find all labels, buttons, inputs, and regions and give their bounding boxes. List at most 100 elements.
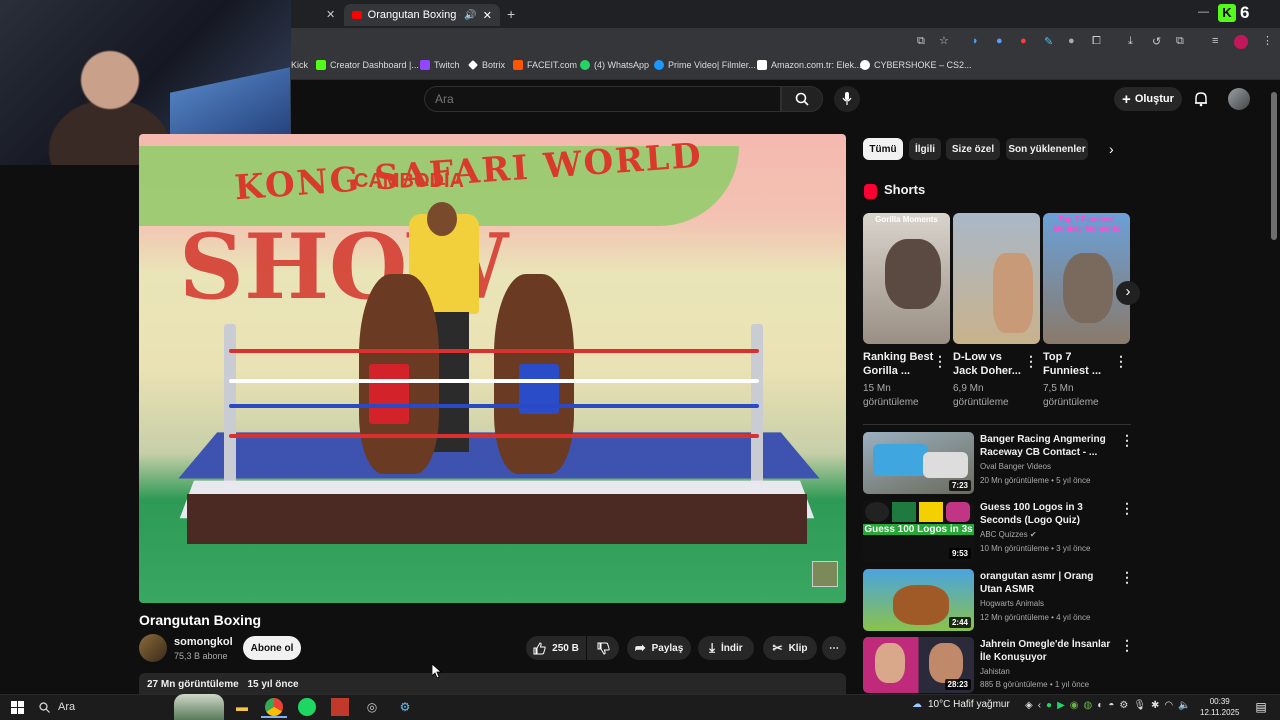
tray-app-icon[interactable]: ◓	[1108, 700, 1114, 711]
microphone-tray-icon[interactable]: 🎙	[1133, 700, 1146, 711]
new-tab-button[interactable]: +	[507, 6, 515, 22]
chrome-icon[interactable]	[265, 698, 283, 716]
bookmark-kick[interactable]: Kick	[291, 60, 308, 70]
more-actions-button[interactable]: ⋯	[822, 636, 846, 660]
search-input[interactable]	[424, 86, 781, 112]
spotify-tray-icon[interactable]: ●	[1046, 700, 1052, 711]
more-options-icon[interactable]: ⋮	[1024, 353, 1038, 370]
bookmark-prime-video[interactable]: Prime Video| Filmler...	[654, 60, 756, 70]
recommended-thumbnail[interactable]: 2:44	[863, 569, 974, 631]
bookmark-faceit[interactable]: FACEIT.com	[513, 60, 577, 70]
spotify-icon[interactable]	[298, 698, 316, 716]
search-button[interactable]	[781, 86, 823, 112]
short-title[interactable]: Top 7 Funniest ...	[1043, 350, 1115, 378]
more-options-icon[interactable]: ⋮	[1120, 569, 1134, 586]
download-icon[interactable]: ⤓	[1128, 35, 1133, 48]
recommended-title[interactable]: Banger Racing Angmering Raceway CB Conta…	[980, 433, 1115, 459]
chip-related[interactable]: İlgili	[909, 138, 941, 160]
steam-tray-icon[interactable]: ⚙	[1119, 700, 1128, 711]
chip-for-you[interactable]: Size özel	[946, 138, 1000, 160]
taskbar-clock[interactable]: 00:39 12.11.2025	[1200, 696, 1239, 718]
share-button[interactable]: ➦ Paylaş	[627, 636, 691, 660]
tab-search-icon[interactable]: ⧉	[1176, 35, 1184, 48]
extension-icon[interactable]: ●	[1020, 35, 1027, 47]
recommended-channel[interactable]: Jahistan	[980, 667, 1010, 676]
extensions-puzzle-icon[interactable]: ⧠	[1092, 35, 1101, 48]
recommended-thumbnail[interactable]: Guess 100 Logos in 3s 9:53	[863, 500, 974, 562]
chip-recently-uploaded[interactable]: Son yüklenenler	[1006, 138, 1088, 160]
page-scrollbar[interactable]	[1271, 92, 1277, 240]
channel-avatar[interactable]	[139, 634, 167, 662]
dislike-button[interactable]	[587, 636, 619, 660]
chevron-left-icon[interactable]: ‹	[1038, 700, 1041, 711]
menu-kebab-icon[interactable]: ⋮	[1262, 34, 1273, 47]
short-title[interactable]: Ranking Best Gorilla ...	[863, 350, 935, 378]
volume-icon[interactable]: 🔈	[1178, 700, 1190, 711]
recommended-title[interactable]: Guess 100 Logos in 3 Seconds (Logo Quiz)	[980, 501, 1115, 527]
recommended-thumbnail[interactable]: 28:23	[863, 637, 974, 693]
extension-icon[interactable]: ◗	[972, 35, 979, 47]
tray-app-icon[interactable]: ◐	[1097, 700, 1103, 711]
tray-app-icon[interactable]: ◍	[1084, 700, 1093, 711]
account-avatar[interactable]	[1228, 88, 1250, 110]
bookmark-creator-dashboard[interactable]: Creator Dashboard |...	[316, 60, 419, 70]
clip-button[interactable]: ✂ Klip	[763, 636, 817, 660]
more-options-icon[interactable]: ⋮	[1120, 500, 1134, 517]
media-app-icon[interactable]	[331, 698, 349, 716]
reading-list-icon[interactable]: ≡	[1212, 35, 1218, 47]
bookmark-whatsapp[interactable]: (4) WhatsApp	[580, 60, 649, 70]
chevron-right-icon[interactable]: ›	[1109, 141, 1114, 157]
recommended-title[interactable]: Jahrein Omegle'de İnsanlar İle Konuşuyor	[980, 638, 1115, 664]
more-options-icon[interactable]: ⋮	[1120, 637, 1134, 654]
more-options-icon[interactable]: ⋮	[1114, 353, 1128, 370]
recommended-channel[interactable]: Oval Banger Videos	[980, 462, 1051, 471]
recommended-channel[interactable]: ABC Quizzes ✔	[980, 530, 1037, 539]
bookmark-botrix[interactable]: Botrix	[468, 60, 505, 70]
bookmark-amazon[interactable]: Amazon.com.tr: Elek...	[757, 60, 862, 70]
more-options-icon[interactable]: ⋮	[1120, 432, 1134, 449]
tab-orangutan-boxing[interactable]: Orangutan Boxing - YouTube 🔊 ✕	[344, 4, 500, 26]
obs-icon[interactable]: ◎	[363, 698, 381, 716]
short-thumbnail[interactable]	[953, 213, 1040, 344]
extension-icon[interactable]: ✎	[1044, 35, 1053, 48]
windows-start-icon[interactable]	[8, 698, 26, 716]
bookmark-cybershoke[interactable]: CYBERSHOKE – CS2...	[860, 60, 972, 70]
recommended-title[interactable]: orangutan asmr | Orang Utan ASMR	[980, 570, 1115, 596]
voice-search-button[interactable]	[834, 86, 860, 112]
short-title[interactable]: D-Low vs Jack Doher...	[953, 350, 1025, 378]
more-options-icon[interactable]: ⋮	[933, 353, 947, 370]
notifications-icon[interactable]: ▤	[1252, 698, 1270, 716]
wifi-icon[interactable]: ◠	[1164, 700, 1173, 711]
bookmark-star-icon[interactable]: ☆	[939, 34, 949, 47]
speaker-icon[interactable]: 🔊	[464, 10, 476, 21]
bookmark-twitch[interactable]: Twitch	[420, 60, 460, 70]
short-thumbnail[interactable]: Gorilla Moments	[863, 213, 950, 344]
minimize-icon[interactable]: —	[1198, 6, 1209, 18]
extension-icon[interactable]: ●	[996, 35, 1003, 47]
history-icon[interactable]: ↺	[1152, 35, 1161, 48]
close-tab-icon[interactable]: ✕	[483, 9, 492, 22]
subscribe-button[interactable]: Abone ol	[243, 636, 301, 660]
tray-app-icon[interactable]: ◉	[1070, 700, 1079, 711]
weather-widget[interactable]: ☁ 10°C Hafif yağmur	[912, 699, 1010, 710]
recommended-channel[interactable]: Hogwarts Animals	[980, 599, 1044, 608]
shorts-next-button[interactable]: ›	[1116, 281, 1140, 305]
file-explorer-icon[interactable]: ▬	[233, 698, 251, 716]
notifications-bell-icon[interactable]	[1193, 91, 1209, 107]
tray-app-icon[interactable]: ◈	[1025, 700, 1033, 711]
install-icon[interactable]: ⧉	[917, 35, 925, 48]
download-button[interactable]: ⤓ İndir	[698, 636, 754, 660]
create-button[interactable]: + Oluştur	[1114, 87, 1182, 111]
extension-icon[interactable]: ●	[1068, 35, 1075, 47]
recommended-thumbnail[interactable]: 7:23	[863, 432, 974, 494]
bluetooth-icon[interactable]: ✱	[1151, 700, 1159, 711]
channel-name[interactable]: somongkol	[174, 636, 233, 648]
chip-all[interactable]: Tümü	[863, 138, 903, 160]
profile-avatar-icon[interactable]	[1234, 35, 1248, 49]
close-tab-icon[interactable]: ✕	[326, 8, 335, 21]
short-thumbnail[interactable]: Top 7 Funniest Monkey Moments	[1043, 213, 1130, 344]
play-tray-icon[interactable]: ▶	[1057, 700, 1065, 711]
description-box[interactable]: 27 Mn görüntüleme 15 yıl önce	[139, 673, 846, 695]
like-button[interactable]: 250 B	[526, 636, 586, 660]
steam-icon[interactable]: ⚙	[396, 698, 414, 716]
